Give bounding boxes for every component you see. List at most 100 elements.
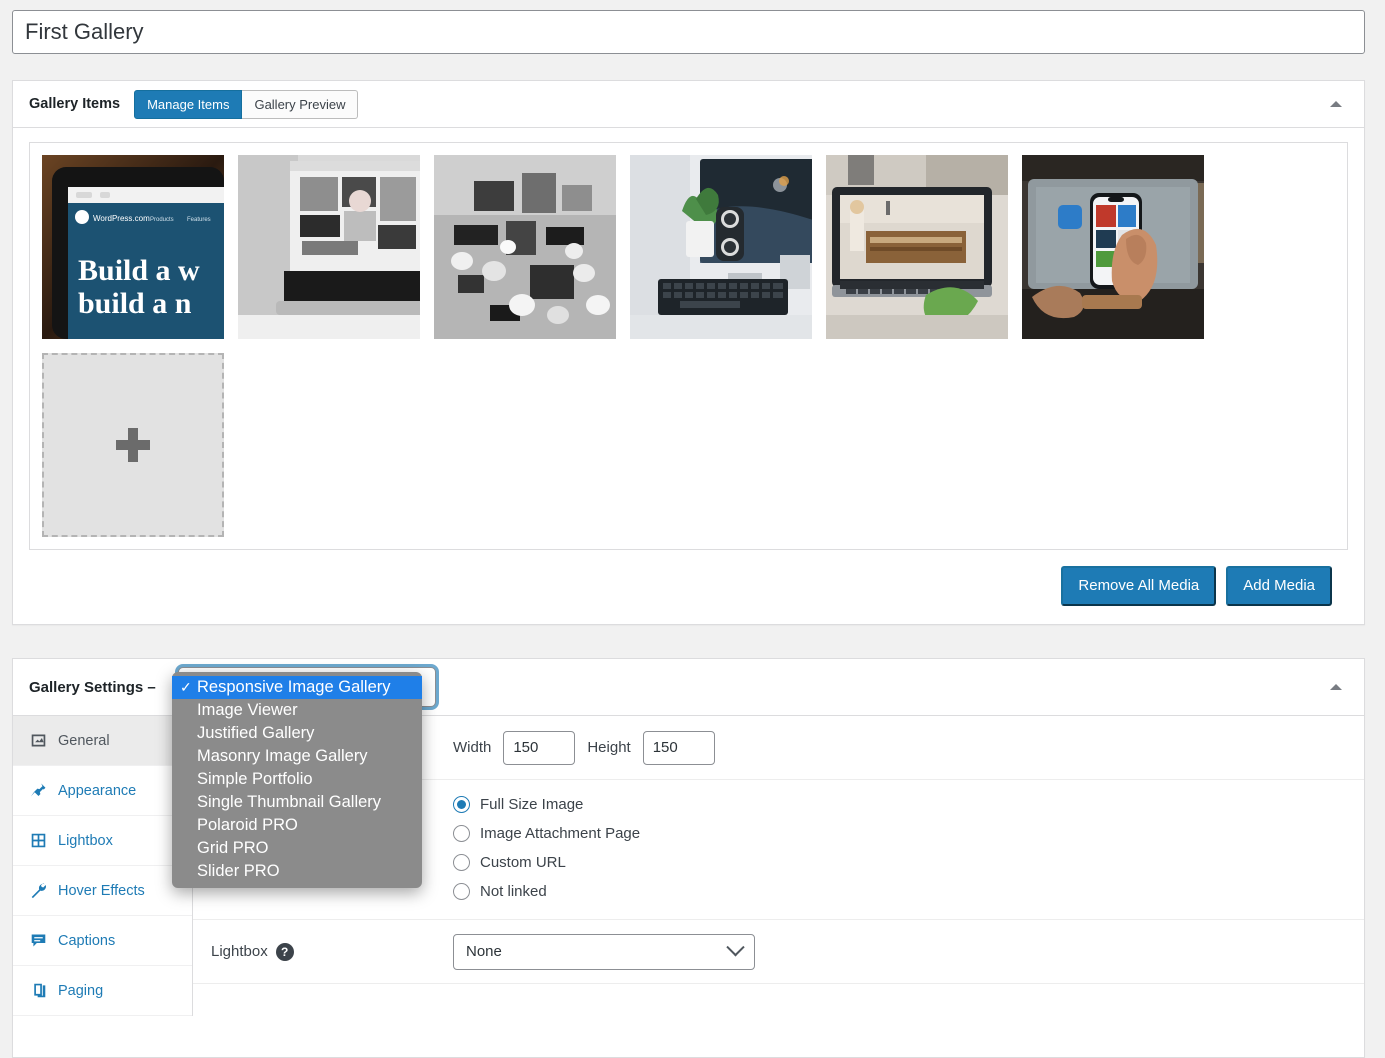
gallery-items-actions: Remove All Media Add Media bbox=[29, 550, 1348, 624]
radio-indicator bbox=[453, 796, 470, 813]
width-input[interactable] bbox=[503, 730, 576, 765]
sidebar-item-label: Captions bbox=[58, 932, 116, 949]
circuit-board-bw-image bbox=[434, 155, 616, 339]
thumbnail-item[interactable] bbox=[826, 155, 1008, 339]
thumbnail-dropzone[interactable]: WordPress.com Products Features Build a … bbox=[29, 142, 1348, 550]
check-icon: ✓ bbox=[180, 679, 192, 695]
sidebar-item-appearance[interactable]: Appearance bbox=[13, 766, 192, 816]
wrench-icon bbox=[29, 882, 47, 900]
lightbox-row: Lightbox ? None bbox=[193, 920, 1364, 984]
desktop-monitor-keyboard-image bbox=[630, 155, 812, 339]
radio-not-linked[interactable]: Not linked bbox=[453, 883, 640, 900]
sidebar-item-label: Lightbox bbox=[58, 832, 113, 849]
dropdown-option-label: Single Thumbnail Gallery bbox=[197, 793, 382, 811]
add-media-button[interactable]: Add Media bbox=[1226, 566, 1332, 606]
phone-in-hand-laptop-image bbox=[1022, 155, 1204, 339]
dropdown-option-label: Masonry Image Gallery bbox=[197, 747, 368, 765]
gallery-items-header: Gallery Items Manage Items Gallery Previ… bbox=[13, 81, 1364, 128]
gallery-settings-title: Gallery Settings – bbox=[29, 678, 156, 696]
sidebar-item-hover-effects[interactable]: Hover Effects bbox=[13, 866, 192, 916]
image-icon bbox=[29, 732, 47, 750]
dropdown-option-label: Polaroid PRO bbox=[197, 816, 298, 834]
question-mark-icon[interactable]: ? bbox=[275, 942, 294, 961]
lightbox-select-value: None bbox=[466, 943, 502, 960]
svg-text:Features: Features bbox=[187, 217, 211, 223]
comment-icon bbox=[29, 932, 47, 950]
svg-text:Products: Products bbox=[150, 217, 174, 223]
sidebar-item-label: Paging bbox=[58, 982, 104, 999]
sidebar-item-general[interactable]: General bbox=[13, 716, 192, 766]
gallery-items-title: Gallery Items bbox=[29, 96, 121, 112]
pushpin-icon bbox=[29, 782, 47, 800]
thumbnail-item[interactable] bbox=[630, 155, 812, 339]
sidebar-item-paging[interactable]: Paging bbox=[13, 966, 192, 1016]
plus-icon bbox=[116, 428, 150, 462]
gallery-title-field[interactable]: First Gallery bbox=[12, 10, 1365, 54]
width-label: Width bbox=[453, 739, 492, 756]
triangle-up-icon[interactable] bbox=[1330, 101, 1342, 107]
lightbox-label: Lightbox bbox=[211, 943, 268, 960]
radio-label: Not linked bbox=[480, 883, 547, 900]
sidebar-item-label: General bbox=[58, 732, 110, 749]
svg-text:WordPress.com: WordPress.com bbox=[93, 214, 150, 223]
dropdown-option-label: Image Viewer bbox=[197, 701, 298, 719]
radio-indicator bbox=[453, 825, 470, 842]
laptop-photo-grid-bw-image bbox=[238, 155, 420, 339]
sidebar-item-captions[interactable]: Captions bbox=[13, 916, 192, 966]
dropdown-option-label: Slider PRO bbox=[197, 862, 280, 880]
thumbnail-list: WordPress.com Products Features Build a … bbox=[42, 155, 1335, 537]
gallery-type-dropdown-menu[interactable]: ✓ Responsive Image Gallery Image Viewer … bbox=[172, 672, 422, 888]
thumbnail-item[interactable]: WordPress.com Products Features Build a … bbox=[42, 155, 224, 339]
gallery-items-tabs: Manage Items Gallery Preview bbox=[134, 89, 359, 119]
dropdown-option-polaroid-pro[interactable]: Polaroid PRO bbox=[172, 814, 422, 837]
gallery-items-body: WordPress.com Products Features Build a … bbox=[13, 128, 1364, 624]
size-fields: Width Height bbox=[453, 730, 715, 765]
pages-icon bbox=[29, 982, 47, 1000]
radio-image-attachment-page[interactable]: Image Attachment Page bbox=[453, 825, 640, 842]
dropdown-option-image-viewer[interactable]: Image Viewer bbox=[172, 699, 422, 722]
radio-indicator bbox=[453, 854, 470, 871]
radio-label: Image Attachment Page bbox=[480, 825, 641, 842]
dropdown-option-justified-gallery[interactable]: Justified Gallery bbox=[172, 722, 422, 745]
laptop-piano-video-image bbox=[826, 155, 1008, 339]
thumbnail-item[interactable] bbox=[1022, 155, 1204, 339]
sidebar-item-label: Hover Effects bbox=[58, 882, 145, 899]
height-label: Height bbox=[587, 739, 631, 756]
dropdown-option-label: Simple Portfolio bbox=[197, 770, 313, 788]
svg-text:Build a w: Build a w bbox=[78, 254, 200, 287]
dropdown-option-grid-pro[interactable]: Grid PRO bbox=[172, 837, 422, 860]
radio-indicator bbox=[453, 883, 470, 900]
radio-full-size-image[interactable]: Full Size Image bbox=[453, 796, 640, 813]
grid-icon bbox=[29, 832, 47, 850]
chevron-down-icon bbox=[726, 938, 745, 957]
thumbnail-item[interactable] bbox=[434, 155, 616, 339]
dropdown-option-single-thumbnail-gallery[interactable]: Single Thumbnail Gallery bbox=[172, 791, 422, 814]
dropdown-option-label: Responsive Image Gallery bbox=[197, 678, 391, 696]
dropdown-option-label: Justified Gallery bbox=[197, 724, 315, 742]
thumbnail-item[interactable] bbox=[238, 155, 420, 339]
radio-label: Full Size Image bbox=[480, 796, 584, 813]
gallery-items-panel: Gallery Items Manage Items Gallery Previ… bbox=[12, 80, 1365, 625]
dropdown-option-responsive-image-gallery[interactable]: ✓ Responsive Image Gallery bbox=[172, 676, 422, 699]
radio-label: Custom URL bbox=[480, 854, 566, 871]
height-input[interactable] bbox=[642, 730, 715, 765]
gallery-title-value: First Gallery bbox=[25, 19, 144, 44]
remove-all-media-button[interactable]: Remove All Media bbox=[1061, 566, 1217, 606]
dropdown-option-slider-pro[interactable]: Slider PRO bbox=[172, 860, 422, 883]
lightbox-select[interactable]: None bbox=[453, 933, 755, 970]
radio-custom-url[interactable]: Custom URL bbox=[453, 854, 640, 871]
lightbox-label-group: Lightbox ? bbox=[211, 942, 453, 961]
dropdown-option-label: Grid PRO bbox=[197, 839, 269, 857]
dropdown-option-masonry-image-gallery[interactable]: Masonry Image Gallery bbox=[172, 745, 422, 768]
triangle-up-icon[interactable] bbox=[1330, 684, 1342, 690]
sidebar-item-label: Appearance bbox=[58, 782, 137, 799]
link-target-options: Full Size Image Image Attachment Page Cu… bbox=[453, 794, 640, 900]
dropdown-option-simple-portfolio[interactable]: Simple Portfolio bbox=[172, 768, 422, 791]
wordpress-build-a-website-image: WordPress.com Products Features Build a … bbox=[42, 155, 224, 339]
tab-manage-items[interactable]: Manage Items bbox=[134, 89, 243, 119]
sidebar-item-lightbox[interactable]: Lightbox bbox=[13, 816, 192, 866]
svg-text:build a n: build a n bbox=[78, 287, 192, 320]
settings-sidebar: General Appearance Lightbox Hover Effect… bbox=[13, 716, 193, 1016]
tab-gallery-preview[interactable]: Gallery Preview bbox=[242, 89, 359, 119]
add-media-tile[interactable] bbox=[42, 353, 224, 537]
